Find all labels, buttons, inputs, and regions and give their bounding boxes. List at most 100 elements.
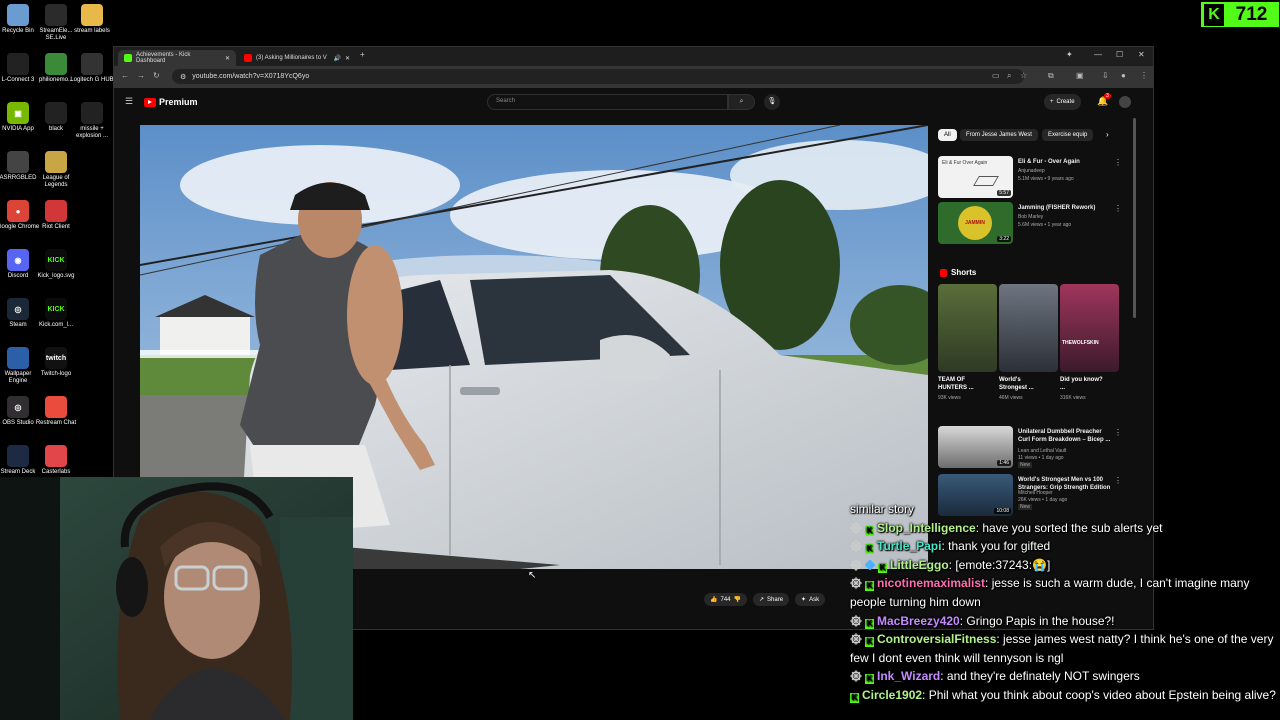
- reload-icon[interactable]: ↻: [153, 71, 160, 80]
- chat-message: K MacBreezy420: Gringo Papis in the house…: [850, 612, 1280, 631]
- desktop-icon[interactable]: missile + explosion ...: [70, 102, 114, 140]
- chevron-right-icon[interactable]: ›: [1106, 130, 1109, 139]
- tab-youtube-video[interactable]: (3) Asking Millionaires to V 🔊 ✕: [238, 50, 356, 66]
- sidepanel-icon[interactable]: ▣: [1076, 71, 1084, 80]
- scrollbar[interactable]: [1133, 118, 1136, 318]
- mic-icon[interactable]: 🎙: [764, 94, 780, 110]
- desktop-icon[interactable]: KICK Kick.com_l...: [34, 298, 78, 329]
- zoom-icon[interactable]: ⌕: [1007, 71, 1011, 81]
- create-button[interactable]: + Create: [1044, 94, 1081, 110]
- chat-username[interactable]: ControversialFitness: [877, 632, 996, 646]
- extension-icon[interactable]: ✦: [1066, 50, 1073, 59]
- chat-message: K Slop_Intelligence: have you sorted the …: [850, 519, 1280, 538]
- search-input[interactable]: Search: [487, 94, 728, 110]
- share-icon: ↗: [758, 597, 765, 603]
- chat-username[interactable]: Slop_Intelligence: [877, 521, 976, 535]
- short-item[interactable]: World's Strongest ... 46M views: [999, 284, 1059, 401]
- chat-username[interactable]: nicotinemaximalist: [877, 576, 985, 590]
- thumbnail-text: Eli & Fur Over Again: [942, 160, 988, 166]
- chat-message: K ControversialFitness: jesse james west …: [850, 630, 1280, 667]
- lconnect-icon: [7, 53, 29, 75]
- desktop-icon[interactable]: Riot Client: [34, 200, 78, 231]
- chat-username[interactable]: MacBreezy420: [877, 614, 960, 628]
- like-count: 744: [720, 596, 731, 603]
- nvidia-icon: ▣: [7, 102, 29, 124]
- desktop-icon[interactable]: League of Legends: [34, 151, 78, 189]
- more-options-icon[interactable]: ⋮: [1114, 204, 1122, 213]
- chip-exercise[interactable]: Exercise equip: [1042, 129, 1094, 141]
- hamburger-menu-icon[interactable]: ☰: [125, 96, 133, 107]
- tab-kick-dashboard[interactable]: Achievements - Kick Dashboard ✕: [118, 50, 236, 66]
- ask-label: Ask: [809, 596, 820, 603]
- kick-badge-icon: K: [865, 525, 874, 536]
- video-title: Eli & Fur - Over Again: [1018, 159, 1080, 165]
- short-title: TEAM OF HUNTERS ...: [938, 377, 974, 391]
- desktop-icon[interactable]: twitch Twitch-logo: [34, 347, 78, 378]
- short-item[interactable]: TEAM OF HUNTERS ... 93K views: [938, 284, 998, 401]
- video-thumbnail: JAMMIN 3:22: [938, 202, 1013, 244]
- desktop-icon-label: Twitch-logo: [40, 371, 72, 377]
- desktop-icon-label: League of Legends: [42, 175, 70, 188]
- twitch-icon: twitch: [45, 347, 67, 369]
- chip-all[interactable]: All: [938, 129, 957, 141]
- chat-username[interactable]: Turtle_Papi: [877, 539, 941, 553]
- youtube-logo[interactable]: Premium: [144, 97, 198, 107]
- kick-badge-icon: K: [865, 674, 874, 685]
- moderator-badge-icon: [850, 539, 862, 553]
- desktop-icon-label: missile + explosion ...: [75, 126, 109, 139]
- download-icon[interactable]: ⇩: [1102, 71, 1109, 80]
- address-bar[interactable]: ⚙ youtube.com/watch?v=X0718YcQ6yo: [172, 69, 1024, 84]
- close-icon[interactable]: ✕: [345, 55, 350, 62]
- chat-username[interactable]: LittleEggo: [890, 558, 949, 572]
- cast-icon[interactable]: ▭: [992, 71, 1000, 80]
- desktop-icon[interactable]: Casterlabs: [34, 445, 78, 476]
- short-views: 93K views: [938, 395, 961, 401]
- forward-icon[interactable]: →: [137, 71, 145, 80]
- desktop-icon[interactable]: Restream Chat: [34, 396, 78, 427]
- more-options-icon[interactable]: ⋮: [1114, 428, 1122, 437]
- profile-icon[interactable]: ●: [1121, 71, 1126, 80]
- chat-username[interactable]: Circle1902: [862, 688, 922, 702]
- chip-channel[interactable]: From Jesse James West: [960, 129, 1038, 141]
- chat-message: K Turtle_Papi: thank you for gifted: [850, 537, 1280, 556]
- video-meta: 11 views • 1 day ago: [1018, 455, 1064, 461]
- video-item[interactable]: 1:46 Unilateral Dumbbell Preacher Curl F…: [938, 426, 1128, 472]
- kick-badge-icon: K: [865, 618, 874, 629]
- video-item[interactable]: Eli & Fur Over Again 5:57 Eli & Fur - Ov…: [938, 156, 1128, 202]
- more-options-icon[interactable]: ⋮: [1114, 476, 1122, 485]
- chat-message: K Circle1902: Phil what you think about c…: [850, 686, 1280, 705]
- menu-dots-icon[interactable]: ⋮: [1140, 71, 1148, 80]
- minimize-button[interactable]: —: [1094, 50, 1102, 59]
- new-tab-button[interactable]: +: [360, 50, 365, 59]
- site-info-icon[interactable]: ⚙: [180, 73, 186, 81]
- back-icon[interactable]: ←: [121, 71, 129, 80]
- like-button[interactable]: 👍 744 👎: [704, 593, 747, 606]
- close-icon[interactable]: ✕: [225, 55, 230, 62]
- desktop-icon[interactable]: Logitech G HUB: [70, 53, 114, 84]
- bookmark-star-icon[interactable]: ☆: [1020, 71, 1027, 80]
- ask-button[interactable]: ✦ Ask: [795, 593, 826, 606]
- webcam-overlay: [0, 477, 353, 720]
- video-meta: 5.1M views • 9 years ago: [1018, 176, 1074, 182]
- share-button[interactable]: ↗ Share: [752, 593, 790, 606]
- close-window-button[interactable]: ✕: [1138, 50, 1145, 59]
- video-item[interactable]: JAMMIN 3:22 Jamming (FISHER Rework) Bob …: [938, 202, 1128, 248]
- thumbs-down-icon[interactable]: 👎: [734, 596, 741, 603]
- share-label: Share: [767, 596, 784, 603]
- thumbs-up-icon: 👍: [710, 597, 718, 603]
- kick-icon: [124, 54, 132, 62]
- desktop-icon[interactable]: KICK Kick_logo.svg: [34, 249, 78, 280]
- extensions-icon[interactable]: ⧉: [1048, 71, 1054, 81]
- desktop-icon[interactable]: stream labels: [70, 4, 114, 35]
- avatar[interactable]: [1119, 96, 1131, 108]
- kick-badge-icon: K: [865, 637, 874, 648]
- search-icon[interactable]: ⌕: [728, 94, 755, 110]
- short-item[interactable]: THEWOLFSKIN Did you know? ... 316K views: [1060, 284, 1120, 401]
- chat-username[interactable]: Ink_Wizard: [877, 669, 940, 683]
- maximize-button[interactable]: ☐: [1116, 50, 1123, 59]
- more-options-icon[interactable]: ⋮: [1114, 158, 1122, 167]
- short-thumbnail: [999, 284, 1058, 372]
- speaker-icon[interactable]: 🔊: [333, 55, 340, 62]
- streamelements-icon: [45, 4, 67, 26]
- moderator-badge-icon: [850, 558, 862, 571]
